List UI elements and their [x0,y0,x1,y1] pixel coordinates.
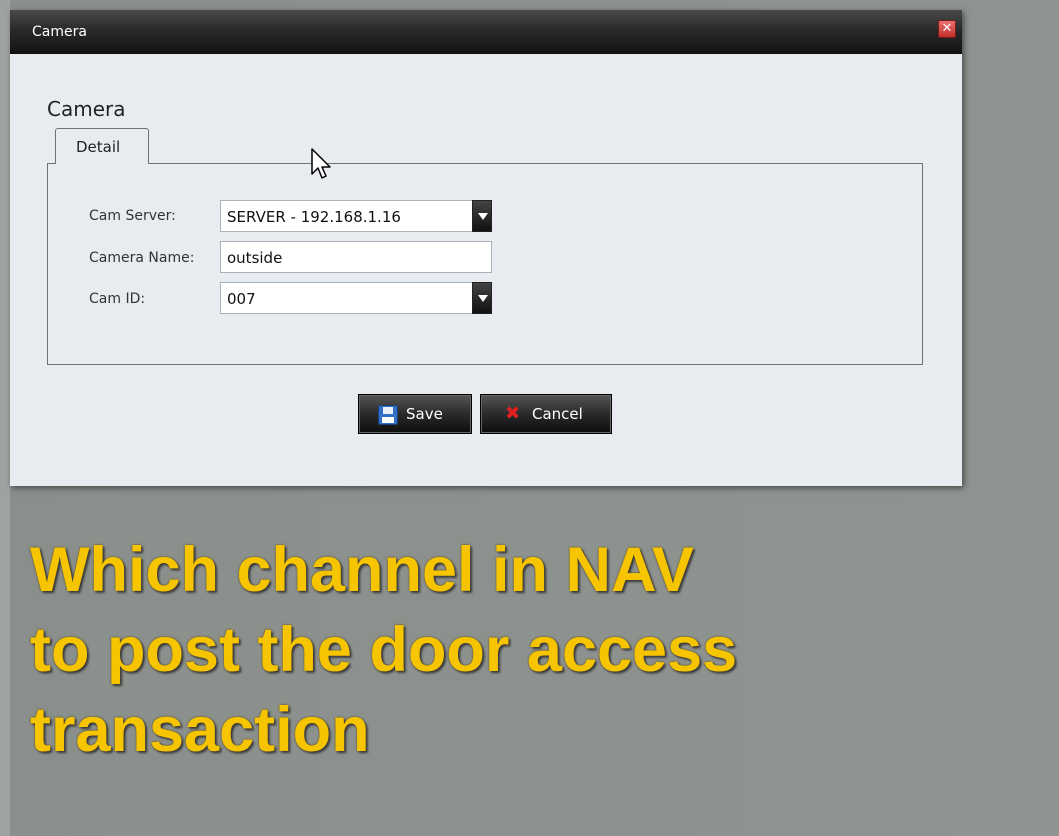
cam-server-select[interactable]: SERVER - 192.168.1.16 [220,200,492,232]
tab-detail-label: Detail [76,138,121,156]
caption-line-1: Which channel in NAV [30,535,694,605]
tab-detail[interactable]: Detail [55,128,149,164]
camera-dialog: Camera ✕ Camera Detail Cam Server: SERVE… [10,10,962,486]
camera-name-input[interactable]: outside [220,241,492,273]
cancel-button-label: Cancel [532,405,583,423]
caption-line-2: to post the door access [30,615,738,685]
chevron-down-icon[interactable] [472,282,492,314]
chevron-down-icon[interactable] [472,200,492,232]
mouse-pointer-icon [311,148,331,179]
detail-panel: Cam Server: SERVER - 192.168.1.16 Camera… [47,163,923,365]
cam-id-select[interactable]: 007 [220,282,492,314]
close-icon[interactable]: ✕ [938,20,956,38]
overlay-caption: Which channel in NAV to post the door ac… [30,530,1030,770]
cam-id-label: Cam ID: [89,291,146,307]
save-button[interactable]: Save [358,394,472,434]
cam-id-value: 007 [227,290,256,308]
save-button-label: Save [406,405,443,423]
camera-name-value: outside [227,249,283,267]
form-heading: Camera [47,97,126,121]
red-x-icon: ✖ [505,403,521,424]
floppy-disk-icon [378,405,398,425]
cancel-button[interactable]: ✖ Cancel [480,394,612,434]
caption-line-3: transaction [30,695,370,765]
background-strip [0,0,10,836]
camera-name-label: Camera Name: [89,250,195,266]
dialog-title: Camera [32,24,87,40]
dialog-titlebar[interactable]: Camera ✕ [10,10,962,54]
cam-server-label: Cam Server: [89,208,176,224]
cam-server-value: SERVER - 192.168.1.16 [227,208,401,226]
